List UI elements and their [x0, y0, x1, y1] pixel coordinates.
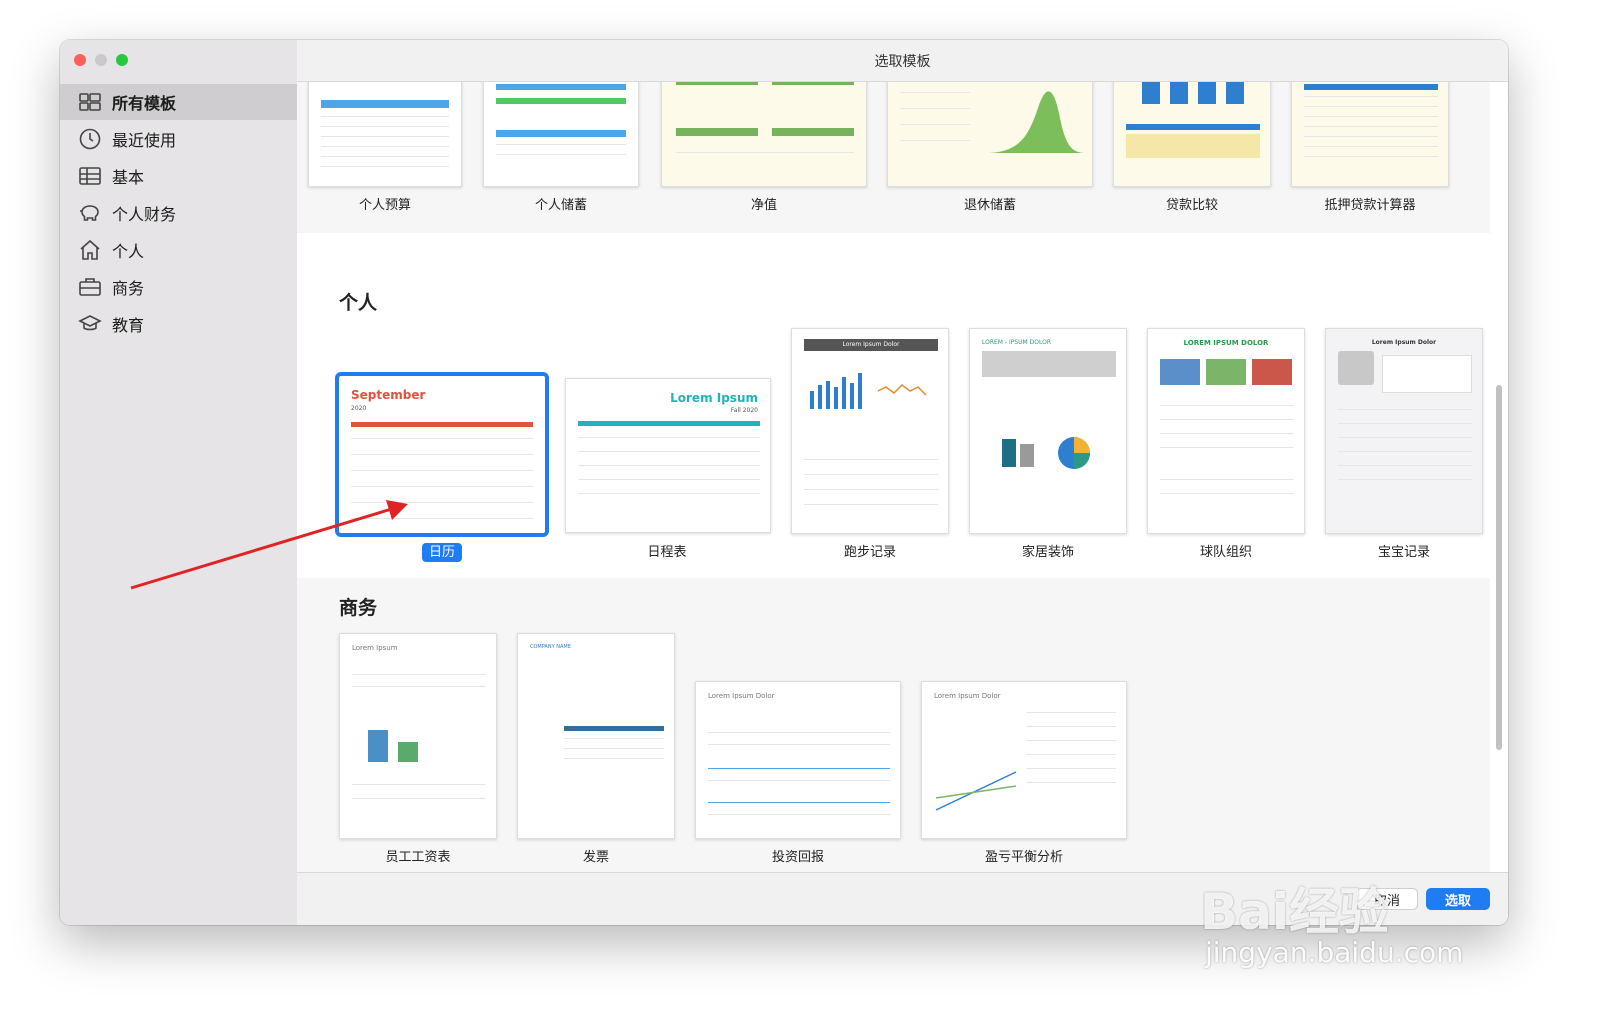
template-thumbnail[interactable]	[483, 81, 639, 187]
template-thumbnail[interactable]: Lorem Ipsum Dolor	[921, 681, 1127, 839]
template-label: 宝宝记录	[1377, 545, 1430, 560]
template-label: 个人储蓄	[534, 198, 587, 213]
watermark-url: jingyan.baidu.com	[1205, 936, 1464, 969]
template-thumbnail[interactable]: Lorem Ipsum	[339, 633, 497, 839]
line-chart-preview	[935, 771, 1017, 811]
sidebar-item-education[interactable]: 教育	[60, 306, 297, 342]
template-label: 净值	[750, 198, 777, 213]
sidebar-item-basic[interactable]: 基本	[60, 158, 297, 194]
table-icon	[79, 167, 101, 185]
template-label-selected: 日历	[362, 541, 522, 562]
graduation-cap-icon	[78, 315, 102, 331]
area-chart-preview	[988, 91, 1084, 153]
template-label: 贷款比较	[1165, 198, 1218, 213]
template-thumbnail[interactable]: Lorem Ipsum Fall 2020	[565, 378, 771, 533]
template-thumbnail[interactable]	[661, 81, 867, 187]
sidebar-item-all-templates[interactable]: 所有模板	[60, 84, 297, 120]
zoom-button[interactable]	[116, 54, 128, 66]
sidebar-item-business[interactable]: 商务	[60, 269, 297, 305]
sidebar-item-label: 个人财务	[112, 205, 177, 224]
sidebar-item-recent[interactable]: 最近使用	[60, 121, 297, 157]
window-controls	[74, 54, 128, 66]
preview-title: LOREM - IPSUM DOLOR	[982, 339, 1052, 346]
sidebar: 所有模板 最近使用 基本 个人财务 个人 商务 教育	[60, 40, 298, 925]
template-thumbnail[interactable]: Lorem Ipsum Dolor	[695, 681, 901, 839]
watermark-logo: Bai经验	[1200, 883, 1389, 941]
template-label: 退休储蓄	[963, 198, 1016, 213]
choose-button[interactable]: 选取	[1426, 888, 1490, 910]
sidebar-item-label: 教育	[112, 316, 145, 335]
grid-icon	[79, 93, 101, 111]
template-thumbnail[interactable]: LOREM IPSUM DOLOR	[1147, 328, 1305, 534]
template-label: 盈亏平衡分析	[984, 850, 1063, 865]
sidebar-item-label: 个人	[112, 242, 145, 261]
clock-icon	[79, 128, 101, 150]
preview-subtitle: Fall 2020	[730, 407, 758, 414]
preview-subtitle: 2020	[351, 405, 367, 412]
template-thumbnail[interactable]	[308, 81, 462, 187]
preview-title: Lorem Ipsum	[352, 644, 398, 652]
template-thumbnail[interactable]	[1113, 81, 1271, 187]
preview-title: LOREM IPSUM DOLOR	[1183, 339, 1269, 347]
sidebar-item-personal-finance[interactable]: 个人财务	[60, 195, 297, 231]
preview-title: Lorem Ipsum Dolor	[708, 692, 775, 700]
vertical-scrollbar[interactable]	[1496, 385, 1502, 750]
template-scroll-area[interactable]: 个人预算 个人储蓄 净值 退休储蓄 贷款比较 抵押贷款计算器 个人 Septem…	[297, 81, 1508, 925]
pie-chart-preview	[1058, 437, 1090, 469]
template-thumbnail[interactable]: Lorem Ipsum Dolor	[1325, 328, 1483, 534]
template-chooser-window: 所有模板 最近使用 基本 个人财务 个人 商务 教育 选取模板 个人预算 个人储…	[60, 40, 1508, 925]
template-label: 投资回报	[771, 850, 824, 865]
template-thumbnail[interactable]: Lorem Ipsum Dolor	[791, 328, 949, 534]
minimize-button[interactable]	[95, 54, 107, 66]
template-label: 日程表	[647, 545, 687, 560]
template-label: 员工工资表	[385, 850, 451, 865]
section-title-business: 商务	[339, 597, 378, 619]
template-label: 发票	[582, 850, 609, 865]
template-thumbnail[interactable]	[887, 81, 1093, 187]
template-gallery: 选取模板 个人预算 个人储蓄 净值 退休储蓄 贷款比较 抵押贷款计算器 个人 S…	[297, 40, 1508, 925]
template-label: 个人预算	[358, 198, 411, 213]
section-title-personal: 个人	[339, 292, 378, 314]
bar-chart-preview	[810, 373, 927, 409]
piggy-bank-icon	[80, 205, 99, 221]
template-label: 抵押贷款计算器	[1324, 198, 1416, 213]
template-thumbnail[interactable]	[1291, 81, 1449, 187]
close-button[interactable]	[74, 54, 86, 66]
sidebar-item-personal[interactable]: 个人	[60, 232, 297, 268]
preview-title: Lorem Ipsum Dolor	[934, 692, 1001, 700]
sidebar-item-label: 最近使用	[112, 131, 177, 150]
preview-title: COMPANY NAME	[530, 644, 571, 650]
preview-title: Lorem Ipsum	[670, 391, 758, 405]
sidebar-item-label: 基本	[112, 168, 145, 187]
template-label: 球队组织	[1199, 545, 1252, 560]
template-label: 跑步记录	[843, 545, 896, 560]
window-title: 选取模板	[297, 40, 1508, 82]
preview-title: September	[351, 388, 426, 402]
sidebar-item-label: 商务	[112, 279, 145, 298]
preview-title: Lorem Ipsum Dolor	[804, 339, 938, 351]
sidebar-item-label: 所有模板	[112, 94, 177, 113]
sidebar-nav: 所有模板 最近使用 基本 个人财务 个人 商务 教育	[60, 84, 297, 343]
preview-title: Lorem Ipsum Dolor	[1371, 339, 1437, 346]
template-thumbnail[interactable]: LOREM - IPSUM DOLOR	[969, 328, 1127, 534]
briefcase-icon	[79, 278, 101, 296]
template-thumbnail-calendar[interactable]: September 2020	[335, 372, 549, 537]
template-label: 家居装饰	[1021, 545, 1074, 560]
template-thumbnail[interactable]: COMPANY NAME	[517, 633, 675, 839]
house-icon	[80, 239, 100, 260]
